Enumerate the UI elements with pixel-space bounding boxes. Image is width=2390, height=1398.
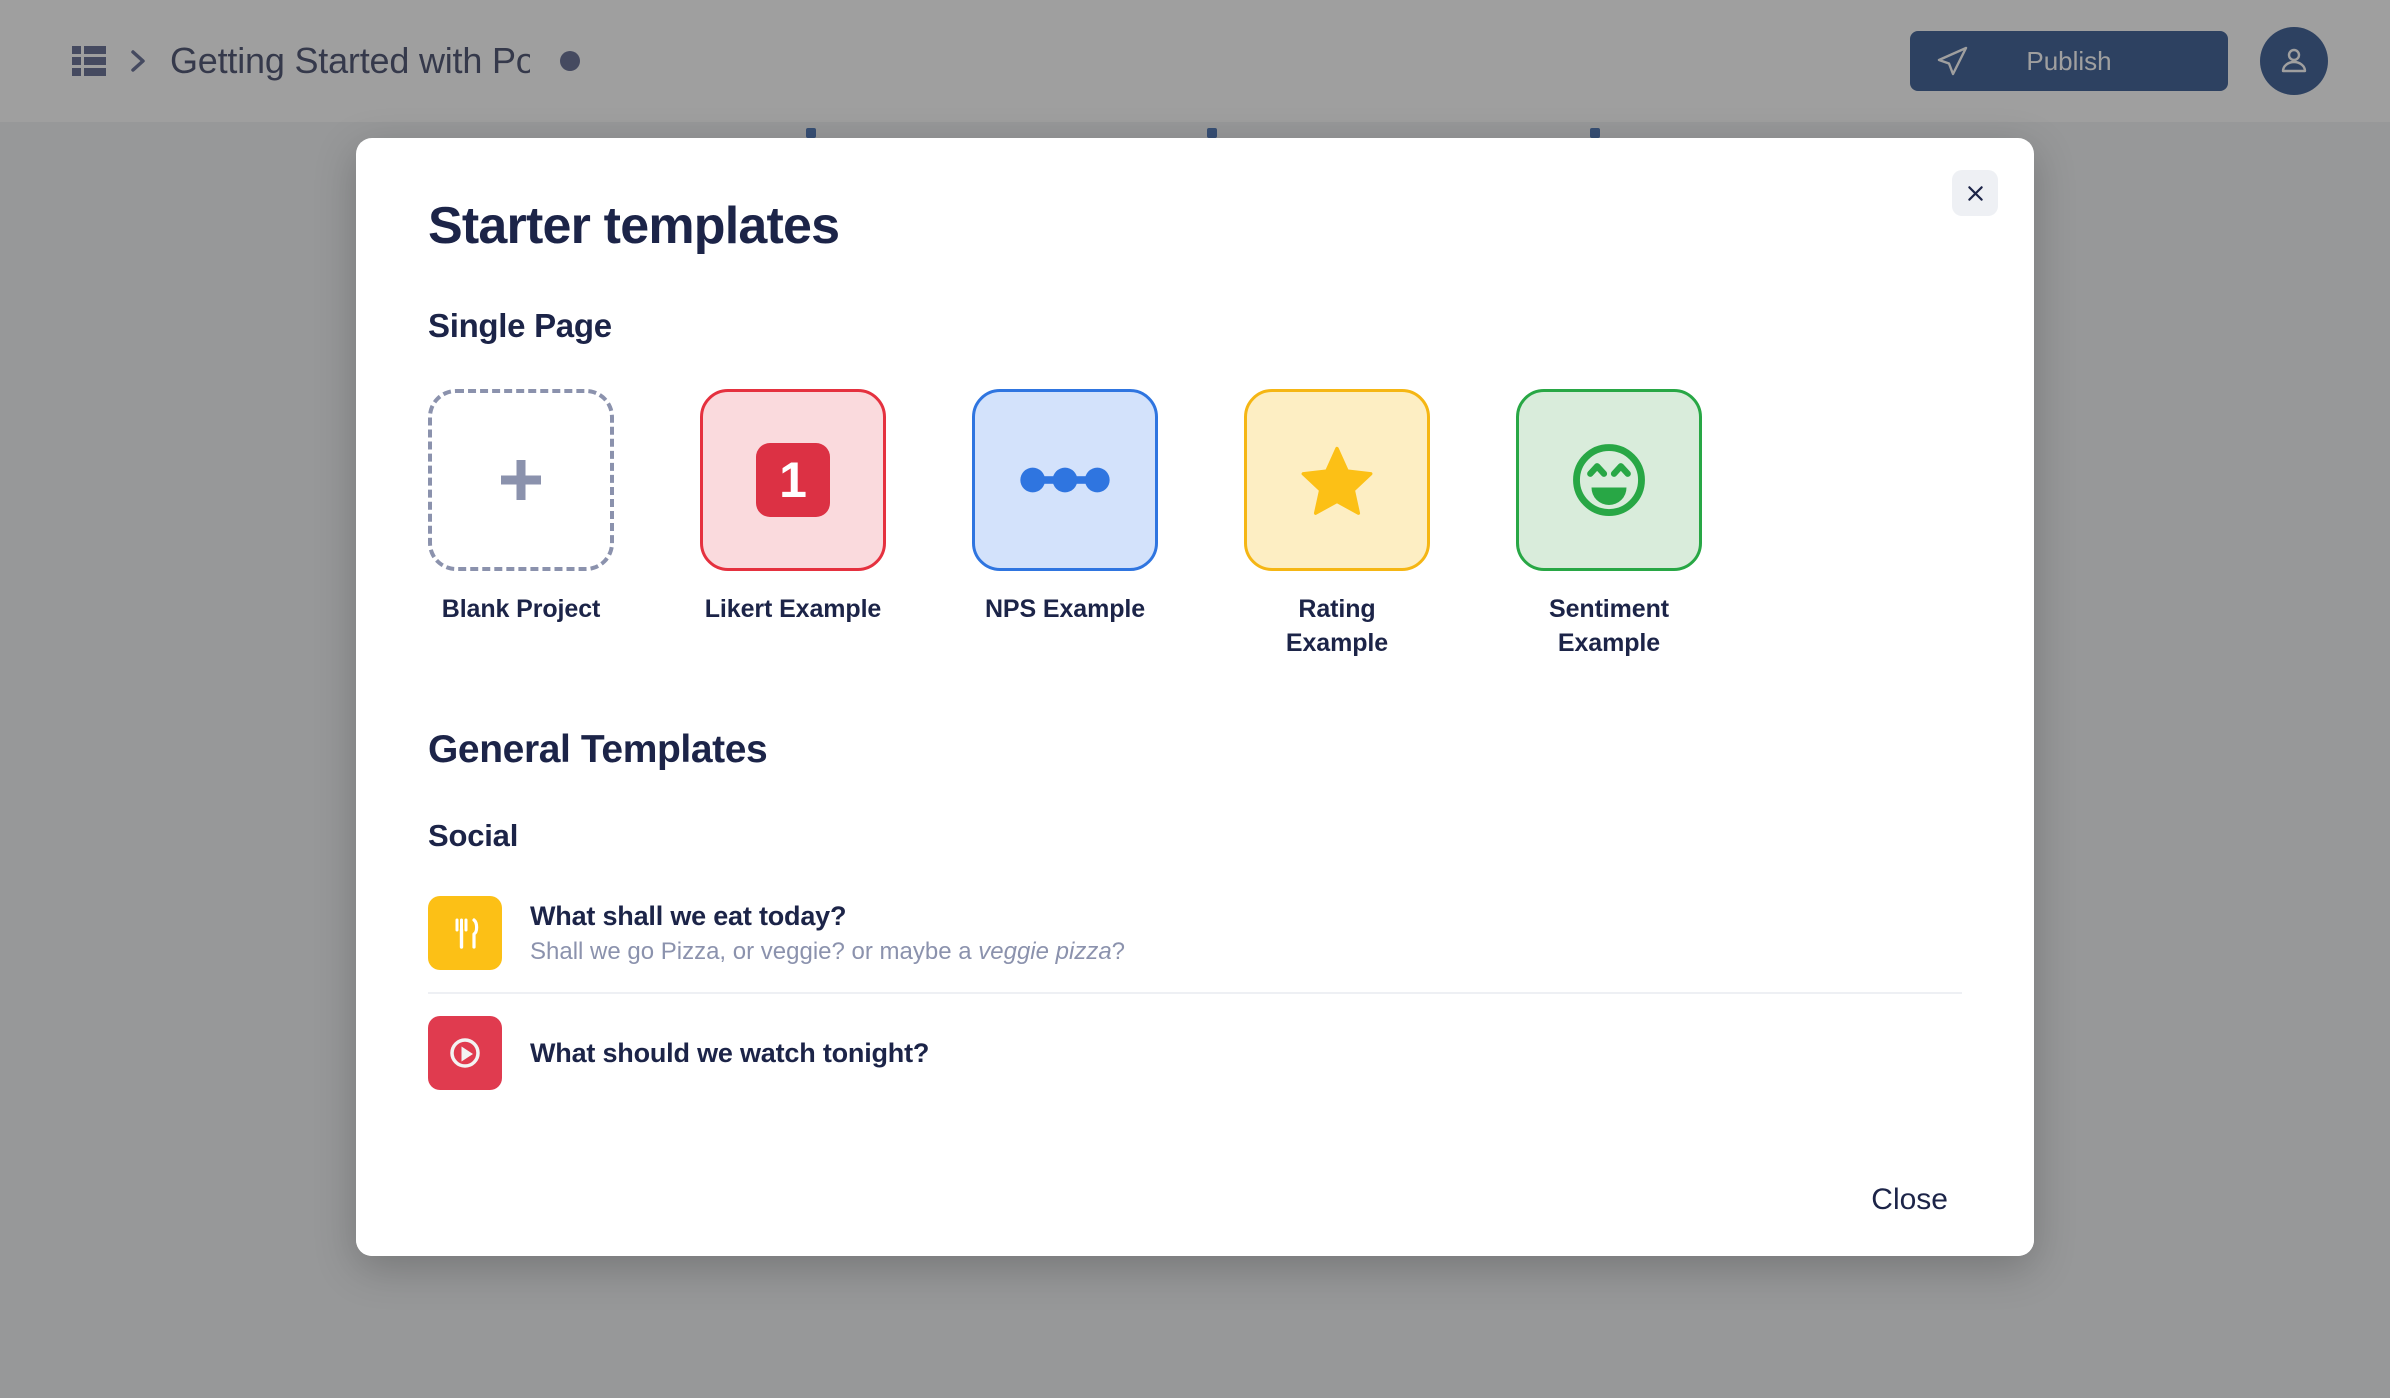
list-item-title: What should we watch tonight? bbox=[530, 1037, 930, 1068]
list-item-title: What shall we eat today? bbox=[530, 900, 847, 931]
single-page-heading: Single Page bbox=[428, 307, 612, 345]
card-label: Sentiment Example bbox=[1549, 595, 1669, 657]
card-label: NPS Example bbox=[984, 595, 1146, 624]
card-tile: 1 bbox=[700, 389, 886, 572]
starter-templates-dialog: Starter templates Single Page Blank Proj… bbox=[356, 138, 2034, 1256]
card-tile bbox=[1244, 389, 1430, 572]
close-button[interactable]: Close bbox=[1857, 1173, 1962, 1227]
social-category-heading: Social bbox=[428, 818, 519, 854]
general-templates-heading: General Templates bbox=[428, 728, 768, 772]
card-tile bbox=[972, 389, 1158, 572]
dialog-title: Starter templates bbox=[428, 197, 840, 255]
list-item-text: What should we watch tonight? bbox=[530, 1038, 929, 1069]
starter-card-nps-example[interactable]: NPS Example bbox=[972, 389, 1158, 660]
starter-card-likert-example[interactable]: 1 Likert Example bbox=[700, 389, 886, 660]
plus-icon bbox=[501, 460, 541, 501]
play-circle-icon bbox=[428, 1016, 502, 1091]
starter-card-grid: Blank Project 1 Likert Example NPS Examp… bbox=[428, 389, 1962, 660]
card-tile bbox=[428, 389, 614, 572]
starter-card-sentiment-example[interactable]: Sentiment Example bbox=[1516, 389, 1702, 660]
star-icon bbox=[1301, 447, 1373, 516]
social-template-list: What shall we eat today? Shall we go Piz… bbox=[428, 874, 1962, 1112]
card-label: Likert Example bbox=[704, 595, 882, 624]
dialog-footer: Close bbox=[356, 1143, 2034, 1256]
card-label: Blank Project bbox=[441, 595, 601, 624]
nps-slider-icon bbox=[1020, 467, 1110, 493]
card-tile bbox=[1516, 389, 1702, 572]
card-label: Rating Example bbox=[1285, 595, 1389, 657]
fork-knife-icon bbox=[428, 896, 502, 971]
smiley-face-icon bbox=[1573, 444, 1645, 517]
number-one-badge-icon: 1 bbox=[756, 443, 830, 518]
starter-card-blank-project[interactable]: Blank Project bbox=[428, 389, 614, 660]
list-item[interactable]: What shall we eat today? Shall we go Piz… bbox=[428, 874, 1962, 995]
list-item-text: What shall we eat today? Shall we go Piz… bbox=[530, 901, 1125, 966]
list-item[interactable]: What should we watch tonight? bbox=[428, 994, 1962, 1112]
list-item-subtitle: Shall we go Pizza, or veggie? or maybe a… bbox=[530, 937, 1126, 965]
dialog-scroll-area[interactable]: Starter templates Single Page Blank Proj… bbox=[356, 138, 2034, 1143]
starter-card-rating-example[interactable]: Rating Example bbox=[1244, 389, 1430, 660]
